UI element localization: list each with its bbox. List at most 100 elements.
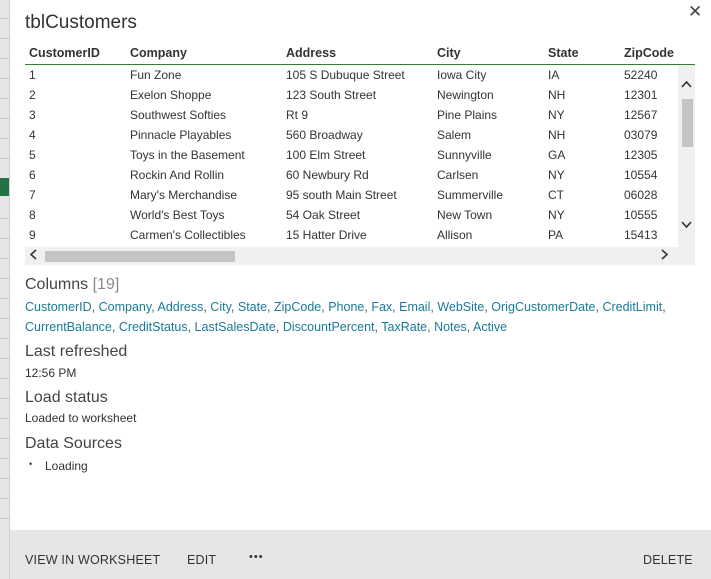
cell-customerid: 4 [29,128,36,142]
cell-customerid: 6 [29,168,36,182]
table-row: 2 Exelon Shoppe 123 South Street Newingt… [25,85,677,105]
column-link[interactable]: DiscountPercent [283,320,375,334]
cell-company: Toys in the Basement [130,148,245,162]
cell-city: Newington [437,88,494,102]
cell-company: World's Best Toys [130,208,225,222]
cell-state: NH [548,88,566,102]
cell-customerid: 1 [29,68,36,82]
columns-count: [19] [92,276,120,293]
column-link[interactable]: City [210,300,231,314]
scroll-up-icon[interactable] [678,77,695,91]
cell-city: Sunnyville [437,148,492,162]
column-link[interactable]: Company [99,300,152,314]
scroll-left-icon[interactable] [29,248,37,263]
more-options-icon[interactable]: ••• [249,551,264,563]
footer-bar: VIEW IN WORKSHEET EDIT ••• DELETE [10,530,711,579]
cell-address: 123 South Street [286,88,377,102]
cell-company: Rockin And Rollin [130,168,225,182]
bullet-icon: • [29,459,33,469]
table-row: 1 Fun Zone 105 S Dubuque Street Iowa Cit… [25,65,677,85]
vertical-scroll-thumb[interactable] [682,99,693,147]
column-link[interactable]: CurrentBalance [25,320,112,334]
column-link[interactable]: Phone [328,300,364,314]
panel-title: tblCustomers [25,12,137,33]
column-header-company: Company [130,46,187,60]
load-status-label: Load status [25,389,108,406]
cell-zipcode: 52240 [624,68,658,82]
column-links: CustomerID, Company, Address, City, Stat… [25,300,666,334]
data-source-item: Loading [45,459,88,473]
cell-state: NY [548,208,565,222]
column-link[interactable]: CreditStatus [119,320,188,334]
column-link[interactable]: TaxRate [381,320,427,334]
cell-state: NY [548,168,565,182]
column-link[interactable]: OrigCustomerDate [491,300,595,314]
table-row: 5 Toys in the Basement 100 Elm Street Su… [25,145,677,165]
column-link[interactable]: LastSalesDate [195,320,276,334]
column-link[interactable]: Email [399,300,430,314]
scroll-down-icon[interactable] [678,218,695,232]
cell-company: Mary's Merchandise [130,188,237,202]
cell-zipcode: 12567 [624,108,658,122]
column-header-zipcode: ZipCode [624,46,674,60]
cell-zipcode: 15413 [624,228,658,242]
column-header-customerid: CustomerID [29,46,100,60]
cell-customerid: 3 [29,108,36,122]
cell-customerid: 8 [29,208,36,222]
cell-city: Salem [437,128,472,142]
cell-city: Pine Plains [437,108,498,122]
column-link[interactable]: WebSite [437,300,484,314]
cell-zipcode: 10554 [624,168,658,182]
edit-button[interactable]: EDIT [187,553,216,567]
cell-city: Carlsen [437,168,479,182]
cell-address: 15 Hatter Drive [286,228,367,242]
table-row: 3 Southwest Softies Rt 9 Pine Plains NY … [25,105,677,125]
cell-address: 100 Elm Street [286,148,366,162]
column-link[interactable]: CreditLimit [602,300,662,314]
horizontal-scrollbar[interactable] [25,247,695,265]
cell-company: Pinnacle Playables [130,128,232,142]
column-link[interactable]: Notes [434,320,467,334]
cell-company: Southwest Softies [130,108,227,122]
cell-customerid: 9 [29,228,36,242]
cell-city: New Town [437,208,493,222]
cell-customerid: 5 [29,148,36,162]
cell-address: Rt 9 [286,108,309,122]
cell-company: Fun Zone [130,68,182,82]
column-link[interactable]: Fax [371,300,392,314]
cell-customerid: 7 [29,188,36,202]
column-link[interactable]: CustomerID [25,300,92,314]
cell-state: IA [548,68,560,82]
cell-state: PA [548,228,564,242]
column-link[interactable]: Active [473,320,507,334]
cell-zipcode: 12301 [624,88,658,102]
column-header-city: City [437,46,461,60]
table-row: 6 Rockin And Rollin 60 Newbury Rd Carlse… [25,165,677,185]
column-header-state: State [548,46,579,60]
delete-button[interactable]: DELETE [643,553,693,567]
horizontal-scroll-thumb[interactable] [45,251,235,262]
column-link[interactable]: State [238,300,267,314]
view-in-worksheet-button[interactable]: VIEW IN WORKSHEET [25,553,160,567]
cell-address: 105 S Dubuque Street [286,68,405,82]
cell-address: 560 Broadway [286,128,363,142]
close-icon[interactable]: ✕ [688,2,702,22]
scroll-right-icon[interactable] [661,248,669,263]
load-status-value: Loaded to worksheet [25,411,137,425]
column-link[interactable]: Address [157,300,203,314]
table-row: 8 World's Best Toys 54 Oak Street New To… [25,205,677,225]
column-header-address: Address [286,46,337,60]
cell-state: NY [548,108,565,122]
cell-state: NH [548,128,566,142]
vertical-scrollbar[interactable] [678,65,695,265]
cell-address: 54 Oak Street [286,208,361,222]
cell-company: Exelon Shoppe [130,88,212,102]
column-link[interactable]: ZipCode [274,300,321,314]
columns-heading: Columns [19] [25,276,119,294]
cell-address: 60 Newbury Rd [286,168,369,182]
table-row: 7 Mary's Merchandise 95 south Main Stree… [25,185,677,205]
table-row: 4 Pinnacle Playables 560 Broadway Salem … [25,125,677,145]
cell-city: Iowa City [437,68,487,82]
cell-city: Allison [437,228,473,242]
query-peek-panel: tblCustomers ✕ CustomerID Company Addres… [9,0,711,579]
